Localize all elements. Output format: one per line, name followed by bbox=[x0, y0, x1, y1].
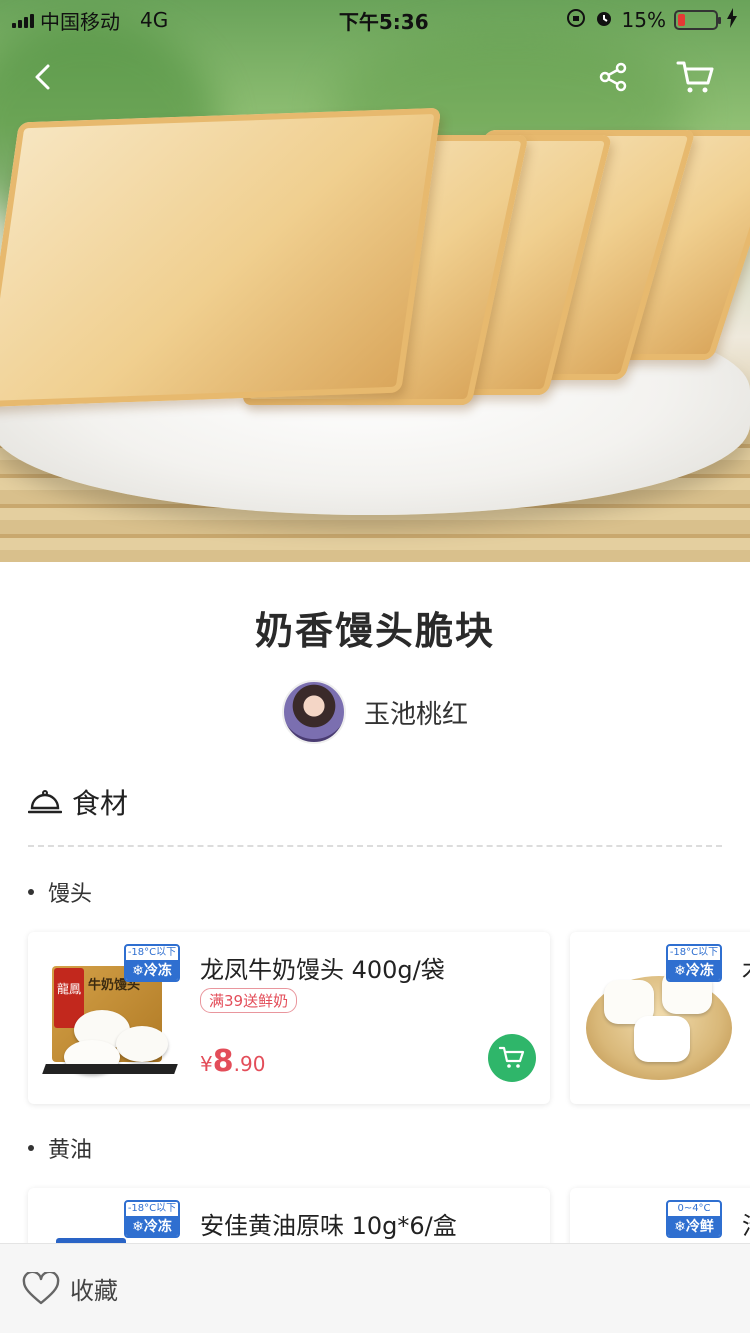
share-button[interactable] bbox=[588, 52, 638, 102]
network-label: 4G bbox=[140, 8, 169, 32]
favorite-button[interactable]: 收藏 bbox=[22, 1271, 118, 1306]
product-card[interactable]: 龍鳳 牛奶馒头 -18°C以下 ❄冷冻 龙凤牛奶馒头 400g/袋 满39送鲜奶… bbox=[28, 932, 550, 1104]
battery-percent: 15% bbox=[621, 8, 666, 32]
frozen-badge: -18°C以下 ❄冷冻 bbox=[124, 944, 180, 982]
status-bar: 中国移动 4G 下午5:36 15% bbox=[0, 0, 750, 40]
add-to-cart-button[interactable] bbox=[488, 1034, 536, 1082]
cloche-icon bbox=[28, 790, 62, 814]
dashed-divider bbox=[28, 845, 722, 847]
cart-icon bbox=[676, 61, 714, 93]
ingredients-header: 食材 bbox=[28, 782, 128, 822]
product-name[interactable]: 安佳黄油原味 10g*6/盒 bbox=[200, 1206, 457, 1241]
product-name-partial[interactable]: 汁 bbox=[742, 1206, 750, 1241]
carrier-label: 中国移动 bbox=[40, 9, 120, 34]
signal-icon bbox=[12, 12, 34, 28]
product-name[interactable]: 龙凤牛奶馒头 400g/袋 bbox=[200, 950, 445, 985]
bread-slice bbox=[0, 107, 442, 408]
heart-outline-icon bbox=[22, 1271, 60, 1304]
cart-icon bbox=[499, 1046, 525, 1068]
frozen-badge: -18°C以下 ❄冷冻 bbox=[666, 944, 722, 982]
alarm-icon bbox=[594, 8, 614, 33]
author-name[interactable]: 玉池桃红 bbox=[364, 694, 468, 731]
rotation-lock-icon bbox=[566, 8, 586, 33]
battery-icon bbox=[674, 10, 721, 30]
product-name-partial[interactable]: 木 bbox=[742, 950, 750, 985]
ingredient-label: 黄油 bbox=[28, 1132, 92, 1164]
promo-tag: 满39送鲜奶 bbox=[200, 988, 298, 1013]
ingredient-label: 馒头 bbox=[28, 876, 92, 908]
bottom-bar: 收藏 bbox=[0, 1243, 750, 1333]
back-button[interactable] bbox=[18, 52, 68, 102]
product-price: ¥8.90 bbox=[200, 1044, 266, 1079]
clock: 下午5:36 bbox=[338, 9, 429, 34]
frozen-badge: -18°C以下 ❄冷冻 bbox=[124, 1200, 180, 1238]
chilled-badge: 0~4°C ❄冷鲜 bbox=[666, 1200, 722, 1238]
author-row[interactable]: 玉池桃红 bbox=[0, 680, 750, 744]
share-icon bbox=[599, 62, 627, 92]
favorite-label[interactable]: 收藏 bbox=[70, 1271, 118, 1306]
ingredients-title: 食材 bbox=[72, 787, 129, 820]
product-card[interactable]: -18°C以下 ❄冷冻 木 bbox=[570, 932, 750, 1104]
recipe-title: 奶香馒头脆块 bbox=[254, 609, 495, 653]
chevron-left-icon bbox=[35, 64, 50, 90]
cart-button[interactable] bbox=[670, 52, 720, 102]
avatar[interactable] bbox=[281, 680, 346, 744]
charging-icon bbox=[726, 7, 738, 33]
